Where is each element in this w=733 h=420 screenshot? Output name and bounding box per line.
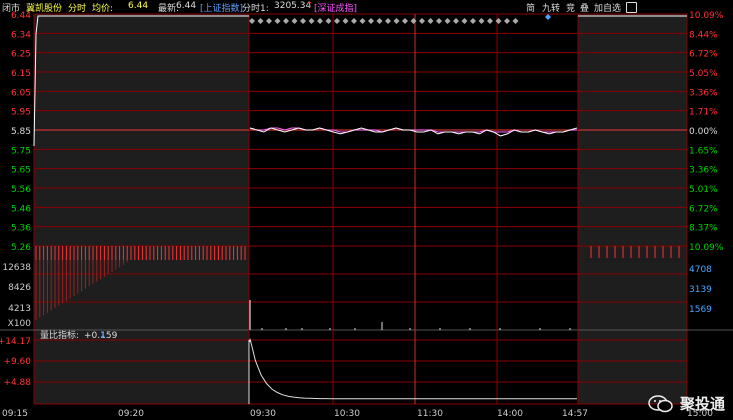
pct-tick-label: 5.05% — [689, 69, 718, 79]
time-tick-label: 11:30 — [417, 409, 443, 419]
wechat-logo-icon — [648, 394, 674, 414]
signal-diamond-marker — [334, 18, 340, 24]
intraday-chart: 6.44 6.34 6.25 6.15 6.05 5.95 5.85 5.75 5.65 5.56… — [0, 11, 733, 419]
time-tick-label: 10:30 — [334, 409, 360, 419]
signal-diamond-marker — [478, 18, 485, 24]
pct-base-label: 0.00% — [689, 127, 718, 137]
signal-diamond-marker — [436, 18, 442, 24]
time-tick-label: 09:20 — [118, 409, 144, 419]
indicator-down-arrow-icon: ↓ — [99, 331, 107, 341]
time-tick-label: 09:15 — [2, 409, 28, 419]
signal-diamond-marker — [385, 18, 391, 24]
signal-diamond-marker — [308, 18, 315, 24]
indicator-tick-label: +4.88 — [3, 378, 31, 388]
signal-diamond-marker — [504, 18, 510, 24]
volume-left-label: 8426 — [8, 283, 31, 293]
pct-tick-label: 1.71% — [689, 108, 718, 118]
signal-diamond-marker — [487, 18, 493, 24]
price-tick-label: 6.15 — [11, 69, 31, 79]
volume-ratio-line — [249, 338, 577, 400]
signal-diamond-marker — [249, 18, 255, 24]
signal-diamond-marker — [512, 18, 519, 24]
pct-tick-label: 1.65% — [689, 146, 718, 156]
price-tick-label: 6.44 — [11, 11, 31, 21]
signal-diamond-marker — [257, 18, 264, 24]
pct-tick-label: 10.09% — [689, 11, 724, 21]
price-line — [249, 127, 578, 137]
price-tick-label: 5.36 — [11, 224, 31, 234]
signal-diamond-marker — [419, 18, 425, 24]
price-tick-label: 6.05 — [11, 88, 31, 98]
pct-tick-label: 6.72% — [689, 50, 718, 60]
signal-diamond-marker — [461, 18, 468, 24]
volume-right-label: 1569 — [689, 305, 712, 315]
time-tick-label: 14:57 — [562, 409, 588, 419]
pct-tick-label: 8.37% — [689, 224, 718, 234]
signal-diamond-marker — [283, 18, 289, 24]
price-base-label: 5.85 — [11, 127, 31, 137]
signal-diamond-marker — [291, 18, 298, 24]
time-tick-label: 14:00 — [497, 409, 523, 419]
signal-diamond-marker — [427, 18, 434, 24]
pct-tick-label: 8.44% — [689, 30, 718, 40]
signal-diamond-marker — [470, 18, 476, 24]
signal-diamond-marker — [300, 18, 306, 24]
pct-tick-label: 5.01% — [689, 185, 718, 195]
signal-diamond-marker — [545, 14, 551, 20]
volume-left-label: X100 — [8, 319, 32, 329]
signal-diamond-marker — [402, 18, 408, 24]
volume-right-label: 4708 — [689, 265, 712, 275]
signal-diamond-marker — [393, 18, 400, 24]
price-tick-label: 6.25 — [11, 50, 31, 60]
price-tick-label: 5.46 — [11, 204, 31, 214]
price-tick-label: 5.75 — [11, 146, 31, 156]
signal-diamond-marker — [444, 18, 451, 24]
volume-right-label: 3139 — [689, 285, 712, 295]
signal-diamond-marker — [376, 18, 383, 24]
time-tick-label: 09:30 — [250, 409, 276, 419]
price-tick-label: 5.56 — [11, 185, 31, 195]
signal-diamond-marker — [495, 18, 502, 24]
watermark: 聚投通 — [648, 393, 725, 414]
signal-diamond-marker — [342, 18, 349, 24]
price-tick-label: 5.26 — [11, 243, 31, 253]
signal-diamond-marker — [410, 18, 417, 24]
indicator-name: 量比指标: — [40, 329, 79, 341]
signal-diamond-marker — [359, 18, 366, 24]
signal-diamond-marker — [325, 18, 332, 24]
pct-tick-label: 3.36% — [689, 88, 718, 98]
pct-tick-label: 10.09% — [689, 243, 724, 253]
price-tick-label: 5.95 — [11, 108, 31, 118]
signal-diamond-marker — [274, 18, 281, 24]
price-tick-label: 5.65 — [11, 166, 31, 176]
signal-diamond-marker — [266, 18, 272, 24]
indicator-tick-label: +14.17 — [0, 337, 31, 347]
volume-left-label: 4213 — [8, 304, 31, 314]
signal-diamond-marker — [317, 18, 323, 24]
price-tick-label: 6.34 — [11, 30, 31, 40]
signal-diamond-marker — [368, 18, 374, 24]
indicator-tick-label: +9.60 — [3, 357, 31, 367]
pct-tick-label: 6.72% — [689, 204, 718, 214]
signal-diamond-marker — [453, 18, 459, 24]
volume-left-label: 12638 — [2, 263, 31, 273]
signal-diamond-marker — [351, 18, 357, 24]
pct-tick-label: 3.36% — [689, 166, 718, 176]
watermark-text: 聚投通 — [679, 395, 725, 413]
